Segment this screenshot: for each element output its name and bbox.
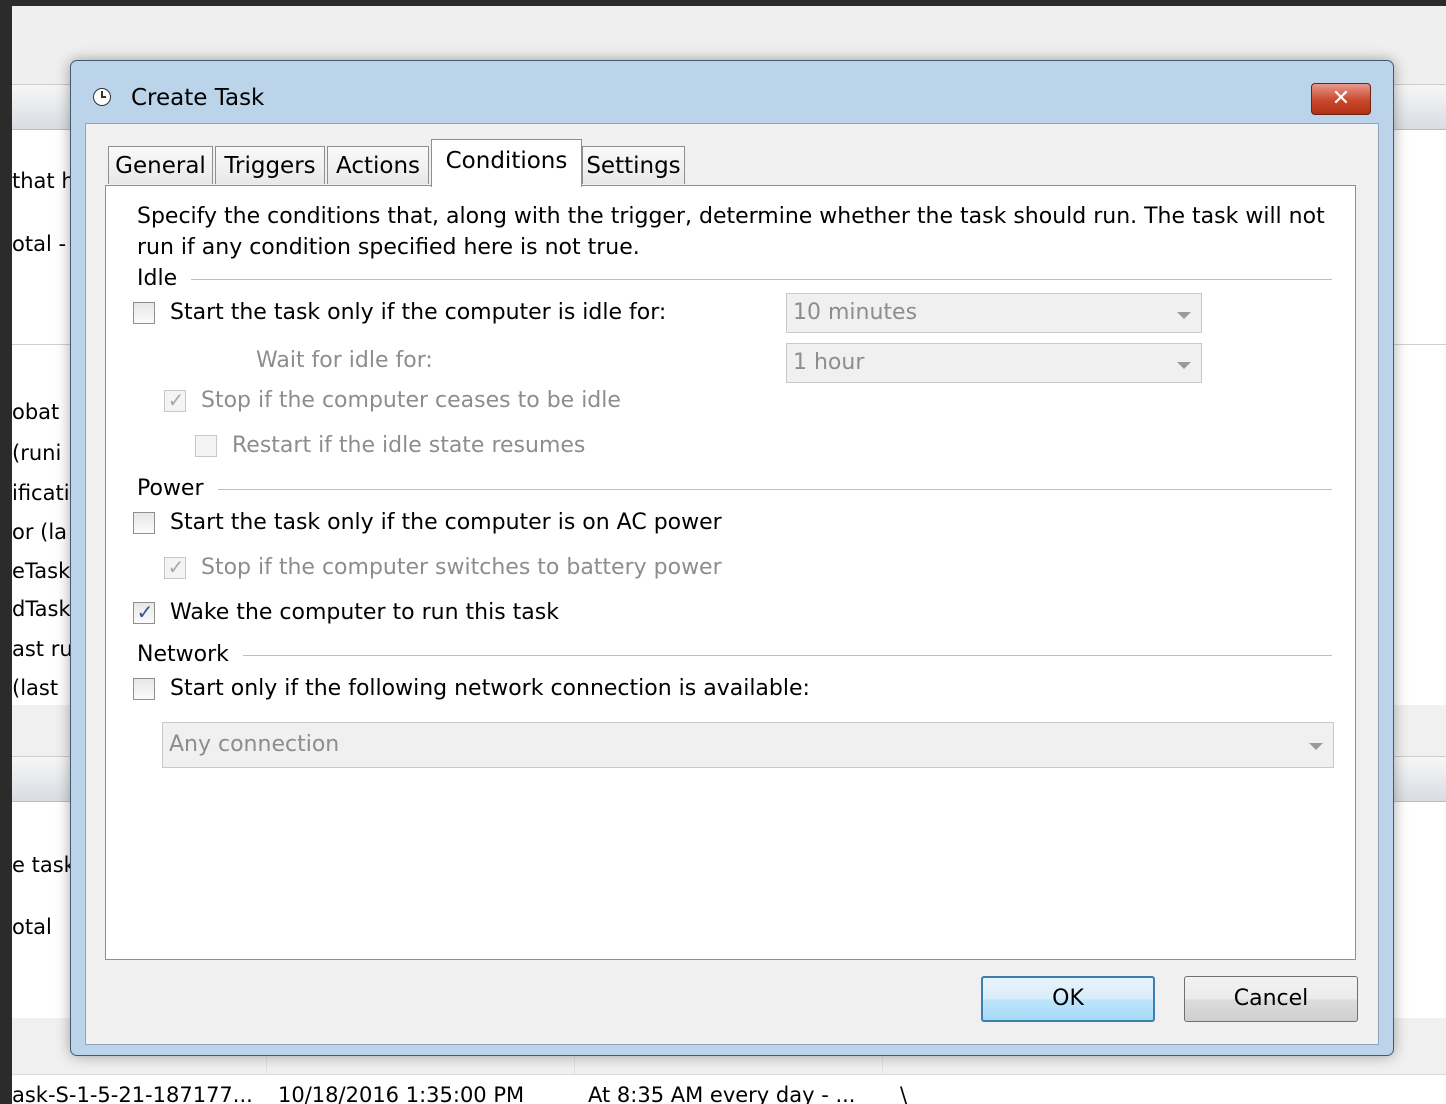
create-task-dialog: Create Task ✕ General Triggers Actions C…	[70, 60, 1394, 1056]
bg-fragment: ificati	[12, 481, 70, 505]
chevron-down-icon	[1177, 362, 1191, 369]
idle-group-line	[137, 279, 1332, 280]
ac-power-checkbox[interactable]	[133, 512, 155, 534]
idle-start-checkbox[interactable]	[133, 302, 155, 324]
dialog-client-area: General Triggers Actions Conditions Sett…	[85, 123, 1379, 1045]
checkmark-icon: ✓	[167, 388, 185, 412]
wake-computer-label[interactable]: Wake the computer to run this task	[170, 600, 559, 625]
close-button[interactable]: ✕	[1311, 83, 1371, 115]
bg-fragment: (runi	[12, 441, 62, 465]
network-label[interactable]: Start only if the following network conn…	[170, 676, 810, 701]
tab-settings[interactable]: Settings	[582, 146, 685, 184]
table-row[interactable]: ask-S-1-5-21-187177... 10/18/2016 1:35:0…	[12, 1074, 1446, 1104]
idle-start-label[interactable]: Start the task only if the computer is i…	[170, 300, 666, 325]
network-group-line	[137, 655, 1332, 656]
network-group-label: Network	[137, 642, 243, 667]
tab-general[interactable]: General	[108, 146, 213, 184]
row-next-run: 10/18/2016 1:35:00 PM	[278, 1083, 525, 1104]
clock-icon	[93, 88, 111, 106]
battery-stop-checkbox[interactable]: ✓	[164, 555, 186, 579]
tab-actions[interactable]: Actions	[327, 146, 429, 184]
stop-if-ceases-checkbox[interactable]: ✓	[164, 388, 186, 412]
chevron-down-icon	[1309, 743, 1323, 750]
bg-fragment: dTask	[12, 597, 71, 621]
cancel-button[interactable]: Cancel	[1184, 976, 1358, 1022]
ok-button[interactable]: OK	[981, 976, 1155, 1022]
description-line-1: Specify the conditions that, along with …	[137, 204, 1325, 229]
network-connection-value: Any connection	[169, 732, 340, 757]
bg-fragment: that h	[12, 169, 75, 193]
conditions-panel: Specify the conditions that, along with …	[105, 185, 1356, 960]
dialog-title: Create Task	[131, 85, 265, 111]
bg-fragment: eTask	[12, 559, 71, 583]
row-trigger: At 8:35 AM every day - ...	[588, 1083, 856, 1104]
dialog-titlebar[interactable]: Create Task ✕	[71, 61, 1393, 119]
bg-fragment: ast ru	[12, 637, 73, 661]
bg-fragment: obat	[12, 400, 60, 424]
wake-computer-checkbox[interactable]: ✓	[133, 600, 155, 624]
checkmark-icon: ✓	[136, 600, 154, 624]
bg-fragment: otal -	[12, 232, 67, 256]
ac-power-label[interactable]: Start the task only if the computer is o…	[170, 510, 722, 535]
bg-fragment: otal	[12, 915, 52, 939]
network-checkbox[interactable]	[133, 678, 155, 700]
bg-fragment: or (la	[12, 520, 68, 544]
restart-if-resumes-checkbox[interactable]	[195, 435, 217, 457]
bg-fragment: e task	[12, 853, 76, 877]
idle-duration-select[interactable]: 10 minutes	[786, 293, 1202, 333]
wait-idle-value: 1 hour	[793, 350, 865, 375]
tab-conditions[interactable]: Conditions	[431, 139, 582, 187]
wait-idle-select[interactable]: 1 hour	[786, 343, 1202, 383]
power-group-label: Power	[137, 476, 218, 501]
row-task-name: ask-S-1-5-21-187177...	[12, 1083, 253, 1104]
network-connection-select[interactable]: Any connection	[162, 722, 1334, 768]
power-group-line	[137, 489, 1332, 490]
restart-if-resumes-label[interactable]: Restart if the idle state resumes	[232, 433, 585, 458]
chevron-down-icon	[1177, 312, 1191, 319]
idle-group-label: Idle	[137, 266, 192, 291]
stop-if-ceases-label[interactable]: Stop if the computer ceases to be idle	[201, 388, 621, 413]
checkmark-icon: ✓	[167, 555, 185, 579]
wait-idle-label: Wait for idle for:	[256, 348, 433, 373]
bg-fragment: (last	[12, 676, 59, 700]
close-icon: ✕	[1331, 86, 1351, 111]
battery-stop-label[interactable]: Stop if the computer switches to battery…	[201, 555, 722, 580]
description-line-2: run if any condition specified here is n…	[137, 235, 640, 260]
tab-triggers[interactable]: Triggers	[215, 146, 325, 184]
idle-duration-value: 10 minutes	[793, 300, 918, 325]
row-location: \	[900, 1083, 908, 1104]
